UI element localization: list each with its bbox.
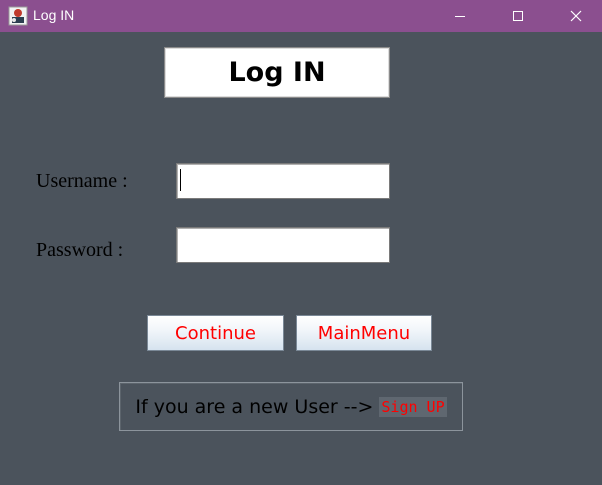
maximize-button[interactable] [495,0,541,32]
maximize-icon [513,11,523,21]
minimize-icon [455,16,465,17]
title-bar: Log IN [0,0,602,32]
username-label: Username : [36,170,128,192]
continue-button[interactable]: Continue [147,315,284,351]
password-label: Password : [36,239,124,261]
close-button[interactable] [553,0,599,32]
signup-link[interactable]: Sign UP [379,396,447,417]
username-field[interactable] [176,163,390,199]
window-title: Log IN [33,7,75,23]
app-icon [8,6,28,26]
text-caret [180,169,181,191]
login-window: Log IN Log IN Username : Password : Cont… [0,0,602,485]
password-field[interactable] [176,227,390,263]
page-title: Log IN [164,47,390,98]
signup-prompt: If you are a new User --> [135,395,374,418]
close-icon [570,10,582,22]
signup-panel: If you are a new User --> Sign UP [119,382,463,431]
minimize-button[interactable] [437,0,483,32]
mainmenu-button[interactable]: MainMenu [296,315,432,351]
